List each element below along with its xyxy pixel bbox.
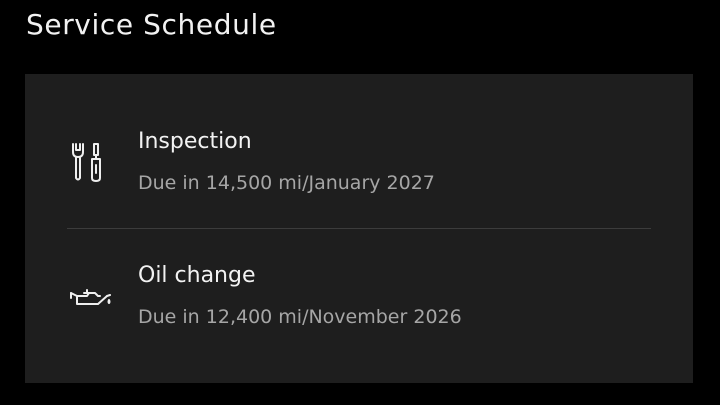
divider bbox=[67, 228, 651, 229]
item-title: Inspection bbox=[138, 129, 252, 154]
item-title: Oil change bbox=[138, 263, 256, 288]
list-item-inspection[interactable]: Inspection Due in 14,500 mi/January 2027 bbox=[25, 96, 693, 230]
item-due-text: Due in 12,400 mi/November 2026 bbox=[138, 306, 462, 328]
list-item-oil-change[interactable]: Oil change Due in 12,400 mi/November 202… bbox=[25, 230, 693, 364]
wrench-screwdriver-icon bbox=[67, 140, 111, 184]
service-schedule-panel: Inspection Due in 14,500 mi/January 2027… bbox=[25, 74, 693, 383]
item-due-text: Due in 14,500 mi/January 2027 bbox=[138, 172, 435, 194]
page-title: Service Schedule bbox=[26, 8, 277, 41]
oil-can-icon bbox=[67, 277, 111, 321]
